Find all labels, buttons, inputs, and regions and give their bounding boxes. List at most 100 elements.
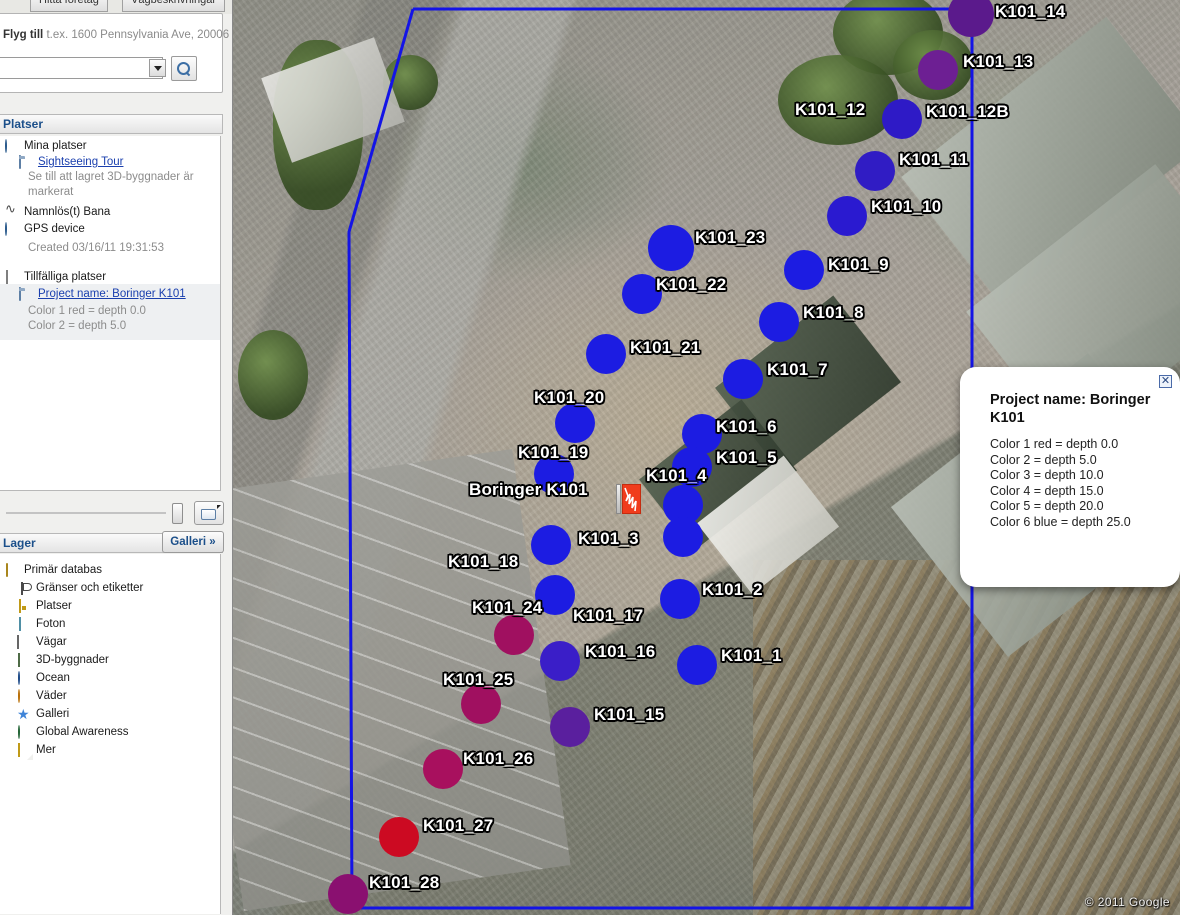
layer-opacity-row <box>0 498 224 528</box>
globe-icon <box>4 222 20 238</box>
gallery-button[interactable]: Galleri » <box>162 531 224 553</box>
boringer-placemark-icon[interactable] <box>616 483 642 515</box>
marker-label-k101_21: K101_21 <box>630 338 701 357</box>
marker-k101_12b[interactable] <box>882 99 922 139</box>
search-icon <box>177 61 191 76</box>
info-balloon[interactable]: ✕ Project name: Boringer K101 Color 1 re… <box>960 367 1180 587</box>
marker-label-k101_2: K101_2 <box>702 580 763 599</box>
track-icon <box>4 206 20 221</box>
marker-label-k101_15: K101_15 <box>594 705 665 724</box>
places-note: Color 2 = depth 5.0 <box>28 320 127 332</box>
layer-item-label: Gränser och etiketter <box>36 582 144 594</box>
weather-sun-icon <box>16 689 32 705</box>
marker-k101_3[interactable] <box>663 517 703 557</box>
database-icon <box>4 563 20 579</box>
places-header-label: Platser <box>3 117 44 131</box>
layer-item-label: Global Awareness <box>36 726 129 738</box>
marker-label-k101_27: K101_27 <box>423 816 494 835</box>
marker-k101_18[interactable] <box>531 525 571 565</box>
search-hint-example: t.ex. 1600 Pennsylvania Ave, 20006 <box>46 29 230 41</box>
folder-dropdown-icon[interactable] <box>194 501 224 525</box>
layer-item-label: Foton <box>36 618 66 630</box>
balloon-line: Color 1 red = depth 0.0 <box>990 437 1119 451</box>
marker-k101_7[interactable] <box>723 359 763 399</box>
marker-k101_10[interactable] <box>827 196 867 236</box>
layers-header-label: Lager <box>3 536 36 550</box>
marker-k101_8[interactable] <box>759 302 799 342</box>
places-item-namnlos-bana[interactable]: Namnlös(t) Bana <box>4 206 110 221</box>
places-item-project-boringer-k101[interactable]: Project name: Boringer K101 <box>18 287 186 303</box>
marker-label-k101_8: K101_8 <box>803 303 864 322</box>
map-viewport[interactable]: K101_14 K101_13 K101_12B K101_12 K101_11 K101… <box>233 0 1180 915</box>
marker-label-k101_23: K101_23 <box>695 228 766 247</box>
marker-k101_26[interactable] <box>423 749 463 789</box>
layer-item-granser-och-etiketter[interactable]: Gränser och etiketter <box>16 582 143 597</box>
marker-label-k101_7: K101_7 <box>767 360 828 379</box>
marker-k101_23[interactable] <box>648 225 694 271</box>
balloon-line: Color 6 blue = depth 25.0 <box>990 514 1131 529</box>
layer-item-label: Platser <box>36 600 72 612</box>
layer-item-label: Vägar <box>36 636 67 648</box>
marker-label-k101_20: K101_20 <box>534 388 605 407</box>
placemark-square-icon <box>16 599 32 615</box>
layer-item-foton[interactable]: Foton <box>16 617 66 633</box>
marker-k101_21[interactable] <box>586 334 626 374</box>
marker-k101_1[interactable] <box>677 645 717 685</box>
tab-hitta-foretag[interactable]: Hitta företag <box>30 0 108 12</box>
opacity-slider-handle[interactable] <box>172 503 183 524</box>
marker-k101_25[interactable] <box>461 684 501 724</box>
layer-item-platser[interactable]: Platser <box>16 599 72 615</box>
seismogram-glyph <box>624 487 637 512</box>
boringer-placemark-label: Boringer K101 <box>469 480 588 499</box>
marker-k101_24[interactable] <box>494 615 534 655</box>
places-item-mina-platser[interactable]: Mina platser <box>4 139 87 155</box>
marker-k101_15[interactable] <box>550 707 590 747</box>
marker-k101_28[interactable] <box>328 874 368 914</box>
places-note: markerat <box>28 186 74 198</box>
marker-k101_16[interactable] <box>540 641 580 681</box>
places-item-label[interactable]: Project name: Boringer K101 <box>34 288 186 300</box>
marker-k101_20[interactable] <box>555 403 595 443</box>
layer-item-galleri[interactable]: ★ Galleri <box>16 706 70 723</box>
chevron-down-icon[interactable] <box>149 59 166 77</box>
tab-vagbeskrivningar[interactable]: Vägbeskrivningar <box>122 0 225 12</box>
opacity-slider-track[interactable] <box>6 512 166 514</box>
search-row <box>0 56 216 83</box>
marker-label-k101_18: K101_18 <box>448 552 519 571</box>
search-input[interactable] <box>0 57 163 79</box>
marker-k101_9[interactable] <box>784 250 824 290</box>
layer-item-global-awareness[interactable]: Global Awareness <box>16 725 129 741</box>
marker-label-k101_24: K101_24 <box>472 598 543 617</box>
places-note: Created 03/16/11 19:31:53 <box>28 242 164 254</box>
layer-item-primar-databas[interactable]: Primär databas <box>4 563 102 579</box>
places-item-gps-device[interactable]: GPS device <box>4 222 85 238</box>
marker-k101_13[interactable] <box>918 50 958 90</box>
layer-item-vagar[interactable]: Vägar <box>16 635 67 651</box>
layer-item-ocean[interactable]: Ocean <box>16 671 70 687</box>
ocean-globe-icon <box>16 671 32 687</box>
marker-label-k101_16: K101_16 <box>585 642 656 661</box>
layer-item-label: Väder <box>36 690 67 702</box>
search-hint-bold: Flyg till <box>3 29 44 41</box>
star-icon: ★ <box>17 706 30 722</box>
search-button[interactable] <box>171 56 197 81</box>
globe-icon <box>4 139 20 155</box>
places-item-label[interactable]: Sightseeing Tour <box>34 156 123 168</box>
road-icon <box>16 635 32 651</box>
layer-item-vader[interactable]: Väder <box>16 689 67 705</box>
layer-item-label: Galleri <box>36 708 70 720</box>
layer-item-3d-byggnader[interactable]: 3D-byggnader <box>16 653 109 669</box>
balloon-line: Color 2 = depth 5.0 <box>990 452 1097 467</box>
layer-item-label: Mer <box>36 744 56 756</box>
marker-k101_2[interactable] <box>660 579 700 619</box>
marker-label-k101_6: K101_6 <box>716 417 777 436</box>
rail-yard-area <box>753 560 1180 915</box>
layer-item-mer[interactable]: Mer <box>16 743 56 759</box>
balloon-body: Color 1 red = depth 0.0 Color 2 = depth … <box>990 437 1131 530</box>
marker-label-k101_9: K101_9 <box>828 255 889 274</box>
close-icon[interactable]: ✕ <box>1159 375 1172 388</box>
marker-k101_11[interactable] <box>855 151 895 191</box>
marker-k101_27[interactable] <box>379 817 419 857</box>
marker-label-k101_12b: K101_12B <box>926 102 1009 121</box>
places-item-sightseeing-tour[interactable]: Sightseeing Tour <box>18 155 123 171</box>
